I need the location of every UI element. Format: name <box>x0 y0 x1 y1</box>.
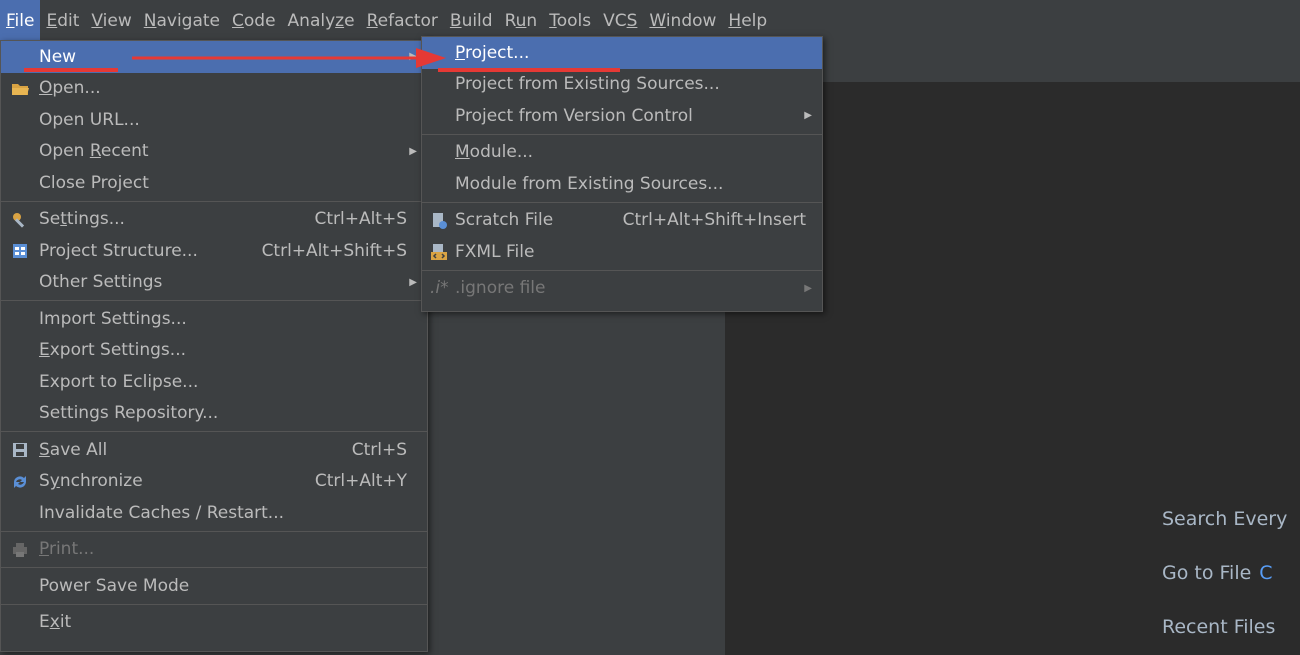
annotation-arrow-head <box>416 48 446 68</box>
annotation-overlay <box>24 48 620 72</box>
